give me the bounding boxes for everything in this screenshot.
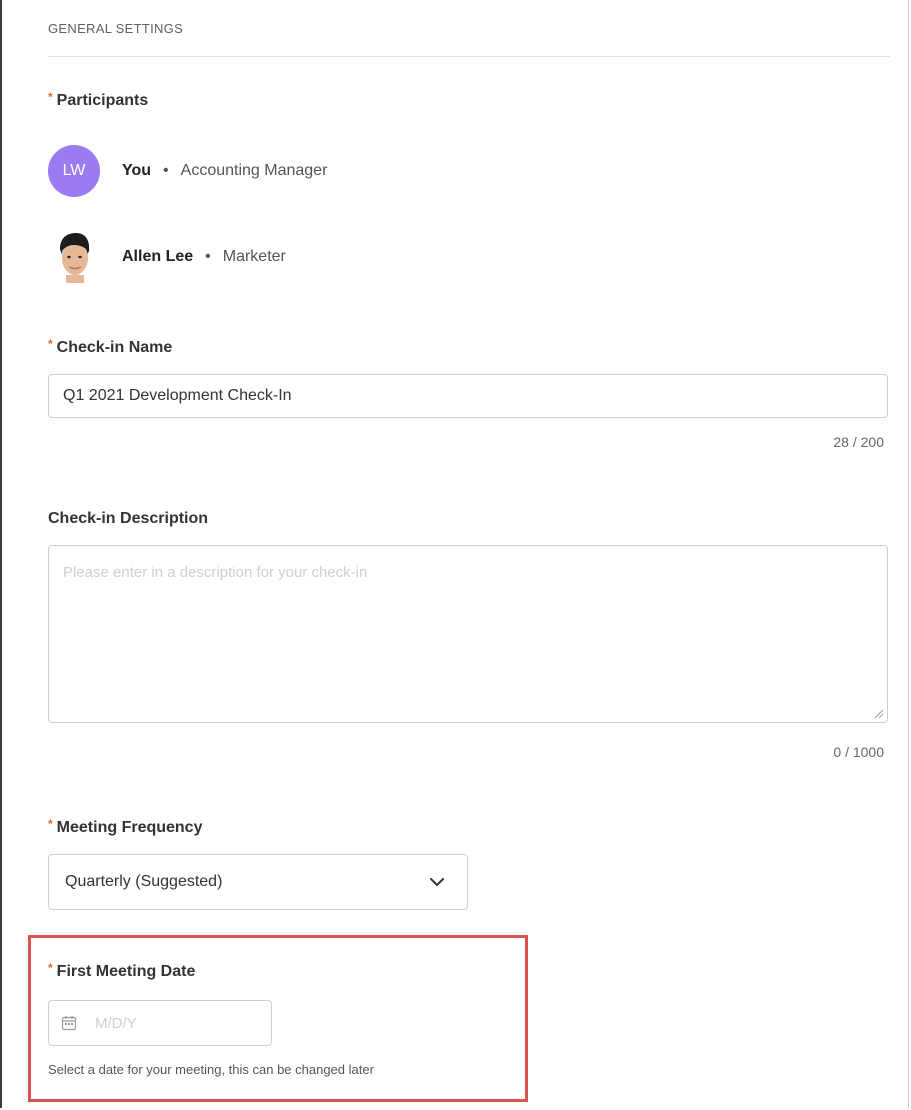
- participant-role: Accounting Manager: [180, 162, 328, 179]
- required-mark: *: [48, 961, 53, 975]
- meeting-frequency-select[interactable]: Quarterly (Suggested): [48, 854, 468, 910]
- general-settings-panel: GENERAL SETTINGS * Participants LW You • …: [0, 0, 909, 1108]
- checkin-name-input[interactable]: [48, 374, 888, 418]
- person-photo-icon: [48, 231, 100, 283]
- participants-label-text: Participants: [56, 92, 149, 109]
- first-meeting-date-label: * First Meeting Date: [48, 961, 196, 981]
- section-divider: [48, 56, 890, 57]
- meeting-frequency-label: * Meeting Frequency: [48, 817, 203, 837]
- resize-handle-icon[interactable]: [872, 707, 884, 719]
- required-mark: *: [48, 90, 53, 104]
- participant-row-allen-lee: Allen Lee • Marketer: [48, 231, 286, 283]
- participant-name: Allen Lee: [122, 248, 194, 265]
- meeting-frequency-value: Quarterly (Suggested): [65, 873, 223, 890]
- participant-separator: •: [205, 248, 211, 265]
- participants-label: * Participants: [48, 90, 149, 110]
- participant-name: You: [122, 162, 152, 179]
- calendar-icon: [61, 1016, 77, 1031]
- date-placeholder: M/D/Y: [95, 1014, 137, 1032]
- participant-separator: •: [163, 162, 169, 179]
- checkin-description-label: Check-in Description: [48, 510, 209, 527]
- section-title: GENERAL SETTINGS: [48, 21, 184, 36]
- checkin-name-label: * Check-in Name: [48, 337, 173, 357]
- meeting-frequency-label-text: Meeting Frequency: [56, 819, 203, 836]
- required-mark: *: [48, 337, 53, 351]
- avatar-initials: LW: [62, 162, 86, 179]
- required-mark: *: [48, 817, 53, 831]
- chevron-down-icon: [430, 878, 444, 886]
- participant-row-you: LW You • Accounting Manager: [48, 145, 327, 197]
- checkin-name-label-text: Check-in Name: [56, 339, 173, 356]
- participant-role: Marketer: [222, 248, 286, 265]
- checkin-description-counter: 0 / 1000: [833, 744, 884, 760]
- first-meeting-date-helper: Select a date for your meeting, this can…: [48, 1062, 374, 1077]
- first-meeting-date-input[interactable]: M/D/Y: [48, 1000, 272, 1046]
- checkin-description-textarea[interactable]: [48, 545, 888, 723]
- avatar: LW: [48, 145, 100, 197]
- checkin-name-counter: 28 / 200: [833, 434, 884, 450]
- first-meeting-date-label-text: First Meeting Date: [56, 963, 196, 980]
